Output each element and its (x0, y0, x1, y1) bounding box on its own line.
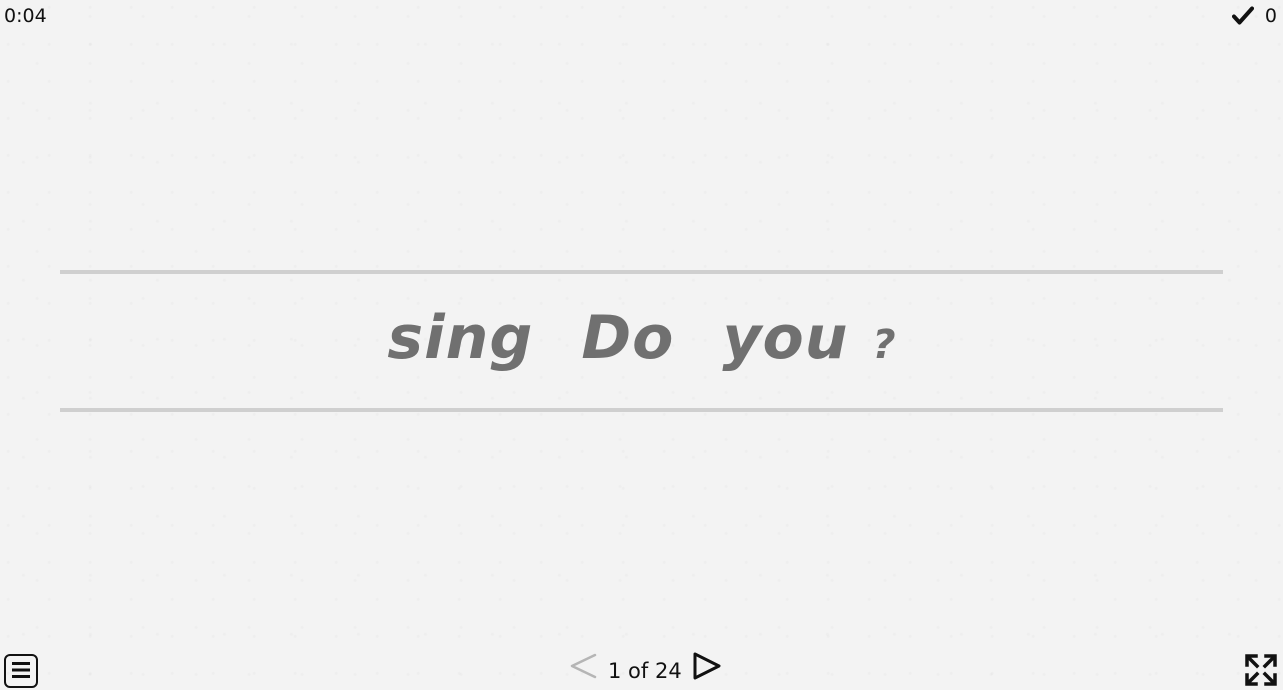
menu-icon (11, 661, 31, 682)
word-tile[interactable]: sing (387, 300, 533, 376)
score-count: 0 (1264, 5, 1277, 27)
activity-page: 0:04 0 sing Do you ? 1 of 24 (0, 0, 1283, 690)
sentence-punctuation: ? (872, 322, 896, 368)
sentence-top-rule (60, 270, 1223, 274)
word-tile[interactable]: Do (581, 300, 674, 376)
previous-button[interactable] (566, 652, 600, 690)
timer: 0:04 (4, 5, 47, 27)
menu-button[interactable] (4, 654, 38, 688)
word-tile[interactable]: you (722, 300, 848, 376)
page-counter: 1 of 24 (608, 659, 682, 683)
chevron-left-icon (569, 652, 597, 690)
next-button[interactable] (690, 651, 724, 690)
sentence-bottom-rule (60, 408, 1223, 412)
score-indicator: 0 (1231, 4, 1277, 28)
page-navigation: 1 of 24 (566, 651, 724, 690)
fullscreen-icon (1244, 653, 1278, 690)
sentence-area: sing Do you ? (0, 300, 1283, 383)
check-icon (1231, 4, 1254, 28)
fullscreen-button[interactable] (1243, 654, 1279, 690)
chevron-right-icon (692, 651, 722, 690)
